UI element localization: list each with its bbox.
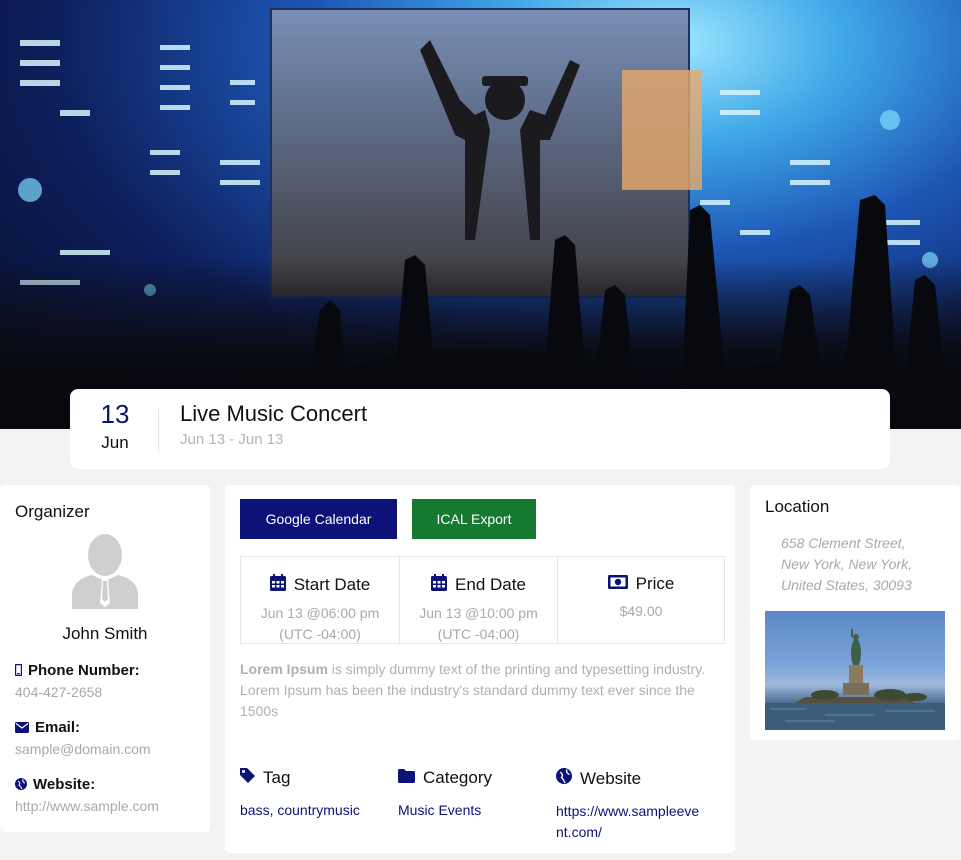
email-value[interactable]: sample@domain.com	[15, 741, 151, 757]
location-heading: Location	[765, 497, 830, 516]
tag-value[interactable]: bass, countrymusic	[240, 800, 360, 821]
phone-label-text: Phone Number:	[28, 662, 140, 679]
location-panel: Location 658 Clement Street, New York, N…	[750, 485, 960, 740]
phone-label: Phone Number:	[14, 662, 140, 680]
organizer-name: John Smith	[62, 624, 148, 643]
location-address: 658 Clement Street, New York, New York, …	[781, 533, 946, 596]
address-line: 658 Clement Street,	[781, 535, 906, 551]
event-details-panel: Google Calendar ICAL Export Start Date J…	[225, 485, 735, 853]
category-label: Category	[423, 768, 492, 787]
price-cell: Price $49.00	[558, 557, 724, 643]
globe-icon	[15, 777, 27, 794]
organizer-heading: Organizer	[15, 502, 90, 521]
start-date-label: Start Date	[293, 575, 371, 594]
folder-icon	[398, 768, 415, 788]
google-calendar-button[interactable]: Google Calendar	[240, 499, 397, 539]
event-date-block: 13 Jun	[70, 389, 160, 469]
event-day: 13	[100, 399, 130, 429]
calendar-icon	[431, 574, 448, 596]
email-label-text: Email:	[35, 719, 81, 736]
user-avatar-icon	[72, 534, 138, 609]
event-month: Jun	[101, 433, 129, 452]
event-website-block: Website https://www.sampleeve nt.com/	[556, 768, 699, 843]
event-hero-image	[0, 0, 961, 429]
website-label: Website:	[15, 776, 95, 794]
category-block: Category Music Events	[398, 768, 492, 821]
description-lead: Lorem Ipsum	[240, 661, 328, 677]
category-value[interactable]: Music Events	[398, 800, 492, 821]
ical-export-button[interactable]: ICAL Export	[412, 499, 536, 539]
crowd-hands-graphic	[0, 195, 961, 429]
end-date-timezone: (UTC -04:00)	[437, 626, 520, 642]
event-description: Lorem Ipsum is simply dummy text of the …	[240, 659, 710, 722]
website-label-text: Website:	[33, 776, 96, 793]
phone-value: 404-427-2658	[15, 684, 103, 700]
website-link-line1[interactable]: https://www.sampleeve	[556, 801, 699, 822]
location-photo	[765, 611, 945, 730]
mobile-phone-icon	[14, 663, 23, 680]
website-heading: Website	[580, 768, 642, 788]
event-website-link[interactable]: https://www.sampleeve nt.com/	[556, 801, 699, 843]
event-info-grid: Start Date Jun 13 @06:00 pm (UTC -04:00)…	[240, 556, 725, 644]
money-bill-icon	[607, 574, 628, 594]
statue-of-liberty-graphic	[765, 629, 945, 730]
start-date-cell: Start Date Jun 13 @06:00 pm (UTC -04:00)	[241, 557, 400, 643]
tag-label: Tag	[263, 768, 291, 787]
end-date-label: End Date	[455, 575, 526, 594]
end-date-cell: End Date Jun 13 @10:00 pm (UTC -04:00)	[400, 557, 558, 643]
email-label: Email:	[15, 719, 80, 737]
address-line: New York, New York,	[781, 556, 912, 572]
calendar-icon	[269, 574, 286, 596]
start-date-timezone: (UTC -04:00)	[279, 626, 361, 642]
start-date-value: Jun 13 @06:00 pm	[260, 605, 380, 621]
event-date-range: Jun 13 - Jun 13	[180, 431, 284, 448]
price-label: Price	[635, 574, 675, 593]
end-date-value: Jun 13 @10:00 pm	[419, 605, 538, 621]
divider	[158, 409, 159, 451]
price-value: $49.00	[619, 603, 663, 619]
address-line: United States, 30093	[781, 577, 912, 593]
organizer-panel: Organizer John Smith Phone Number: 404-4…	[0, 485, 210, 832]
website-link-line2[interactable]: nt.com/	[556, 822, 699, 843]
globe-icon	[556, 768, 572, 789]
event-title-card: 13 Jun Live Music Concert Jun 13 - Jun 1…	[70, 389, 890, 469]
tag-icon	[240, 768, 255, 788]
website-value[interactable]: http://www.sample.com	[15, 798, 159, 814]
envelope-icon	[15, 720, 29, 737]
tag-block: Tag bass, countrymusic	[240, 768, 360, 821]
event-title: Live Music Concert	[180, 401, 368, 426]
